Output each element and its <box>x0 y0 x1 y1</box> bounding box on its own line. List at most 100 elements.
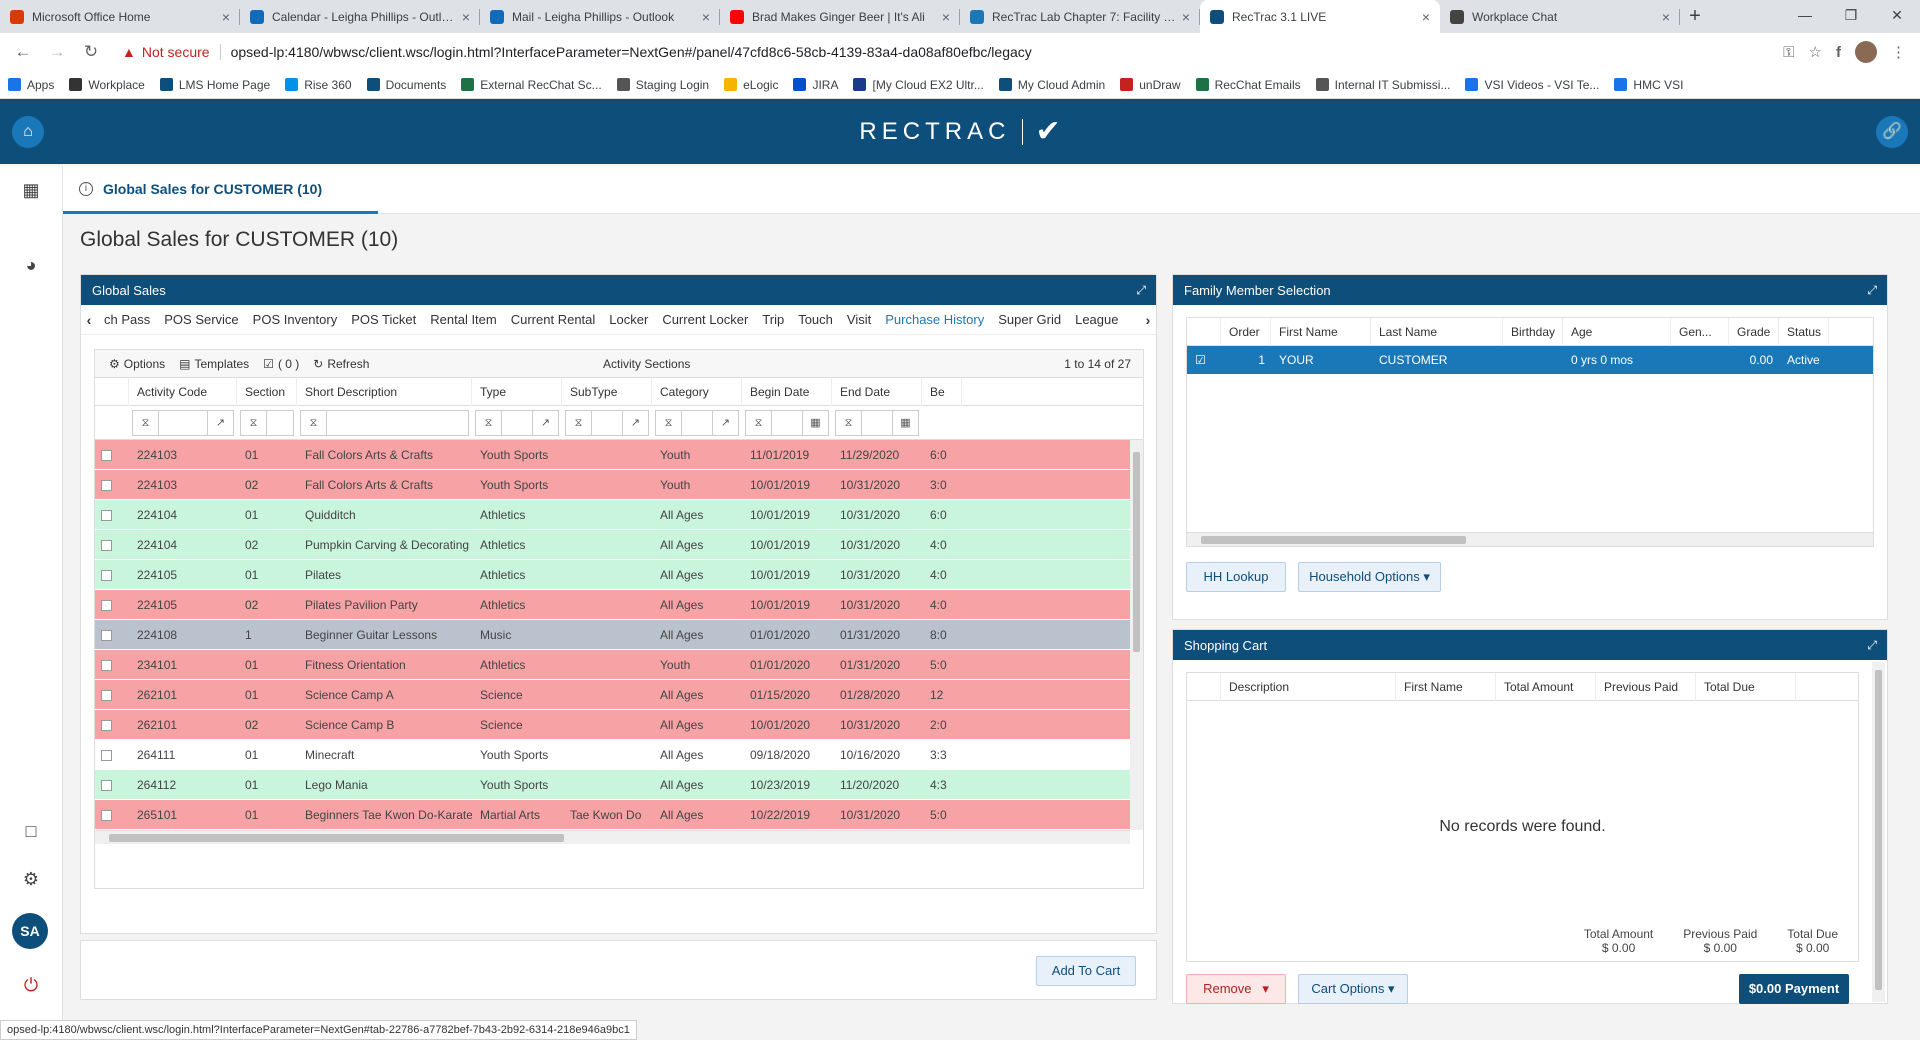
subtab-item[interactable]: Locker <box>602 312 655 327</box>
restore-icon[interactable]: ❐ <box>1828 0 1874 30</box>
tab-close-icon[interactable]: × <box>1662 9 1670 25</box>
scroll-left-icon[interactable]: ‹ <box>81 312 97 328</box>
browser-tab[interactable]: Brad Makes Ginger Beer | It's Ali × <box>720 0 960 33</box>
link-icon[interactable]: 🔗 <box>1876 116 1908 148</box>
tab-close-icon[interactable]: × <box>222 9 230 25</box>
subtab-item[interactable]: POS Service <box>157 312 245 327</box>
subtab-item[interactable]: Visit <box>840 312 878 327</box>
settings-icon[interactable]: ⚙ <box>17 865 45 893</box>
subtab-item[interactable]: Current Rental <box>504 312 603 327</box>
scroll-right-icon[interactable]: › <box>1140 312 1156 328</box>
browser-tab[interactable]: Calendar - Leigha Phillips - Outlook × <box>240 0 480 33</box>
facebook-extension-icon[interactable]: f <box>1836 44 1841 61</box>
checkbox-icon[interactable] <box>101 749 112 761</box>
horizontal-scrollbar[interactable] <box>1187 532 1873 546</box>
hh-lookup-button[interactable]: HH Lookup <box>1186 562 1286 592</box>
column-filter[interactable]: ⧖ ↗ <box>655 409 739 436</box>
browser-tab[interactable]: Microsoft Office Home × <box>0 0 240 33</box>
table-row[interactable]: 264112 01 Lego Mania Youth Sports All Ages 10… <box>95 770 1130 800</box>
row-checkbox[interactable]: ☑ <box>1187 353 1221 367</box>
bookmark-item[interactable]: unDraw <box>1120 78 1181 92</box>
household-options-button[interactable]: Household Options ▾ <box>1298 562 1441 592</box>
row-checkbox[interactable] <box>95 448 129 462</box>
family-member-row[interactable]: ☑ 1 YOUR CUSTOMER 0 yrs 0 mos 0.00 Activ… <box>1187 346 1873 374</box>
bookmark-item[interactable]: Apps <box>8 78 54 92</box>
checkbox-icon[interactable] <box>101 539 112 551</box>
table-row[interactable]: 262101 02 Science Camp B Science All Ages 10/… <box>95 710 1130 740</box>
bookmark-item[interactable]: Workplace <box>69 78 145 92</box>
subtab-item[interactable]: League <box>1068 312 1125 327</box>
column-header[interactable]: Last Name <box>1371 317 1503 346</box>
row-checkbox[interactable] <box>95 808 129 822</box>
subtab-item[interactable]: ch Pass <box>97 312 157 327</box>
bookmark-item[interactable]: Documents <box>366 78 446 92</box>
row-checkbox[interactable] <box>95 628 129 642</box>
column-filter[interactable]: ⧖ ↗ <box>565 409 649 436</box>
table-row[interactable]: 265101 01 Beginners Tae Kwon Do-Karate Mart… <box>95 800 1130 830</box>
bookmark-item[interactable]: VSI Videos - VSI Te... <box>1465 78 1599 92</box>
expand-filter-icon[interactable]: ↗ <box>532 410 558 435</box>
column-header[interactable]: Birthday <box>1503 317 1563 346</box>
column-header[interactable]: Gen... <box>1671 317 1729 346</box>
column-filter[interactable]: ⧖ ↗ <box>132 409 234 436</box>
new-tab-button[interactable]: + <box>1680 0 1710 33</box>
expand-icon[interactable]: ⤢ <box>1136 283 1146 298</box>
table-row[interactable]: 234101 01 Fitness Orientation Athletics Yout… <box>95 650 1130 680</box>
bookmark-item[interactable]: HMC VSI <box>1614 78 1683 92</box>
calendar-icon[interactable]: ▦ <box>892 410 918 435</box>
checkbox-icon[interactable] <box>101 689 112 701</box>
tab-global-sales[interactable]: i Global Sales for CUSTOMER (10) <box>63 166 378 214</box>
tab-close-icon[interactable]: × <box>462 9 470 25</box>
column-header[interactable]: Type <box>472 377 562 406</box>
tab-close-icon[interactable]: × <box>1422 9 1430 25</box>
subtab-item[interactable]: Current Locker <box>655 312 755 327</box>
subtab-item[interactable]: Trip <box>755 312 791 327</box>
cart-options-button[interactable]: Cart Options ▾ <box>1298 974 1408 1004</box>
subtab-item[interactable]: POS Inventory <box>246 312 345 327</box>
expand-icon[interactable]: ⤢ <box>1867 283 1877 298</box>
column-header[interactable]: Total Due <box>1696 672 1796 701</box>
bookmark-item[interactable]: Rise 360 <box>285 78 352 92</box>
browser-tab[interactable]: Workplace Chat × <box>1440 0 1680 33</box>
expand-icon[interactable]: ⤢ <box>1867 638 1877 653</box>
row-checkbox[interactable] <box>95 778 129 792</box>
table-row[interactable]: 224103 01 Fall Colors Arts & Crafts Youth S… <box>95 440 1130 470</box>
table-row[interactable]: 224105 01 Pilates Athletics All Ages 10/01/20… <box>95 560 1130 590</box>
payment-button[interactable]: $0.00 Payment <box>1739 974 1849 1004</box>
column-header[interactable]: Previous Paid <box>1596 672 1696 701</box>
column-header[interactable]: First Name <box>1396 672 1496 701</box>
row-checkbox[interactable] <box>95 748 129 762</box>
power-icon[interactable]: ⏻ <box>17 971 45 999</box>
calendar-icon[interactable]: ▦ <box>802 410 828 435</box>
column-header[interactable]: First Name <box>1271 317 1371 346</box>
checkbox-icon[interactable] <box>101 779 112 791</box>
row-checkbox[interactable] <box>95 658 129 672</box>
column-header[interactable]: Short Description <box>297 377 472 406</box>
column-header[interactable]: Grade <box>1729 317 1779 346</box>
vertical-scrollbar[interactable] <box>1872 662 1885 1002</box>
subtab-item[interactable]: Super Grid <box>991 312 1068 327</box>
key-icon[interactable]: ⚿ <box>1783 44 1794 61</box>
tab-close-icon[interactable]: × <box>702 9 710 25</box>
row-checkbox[interactable] <box>95 568 129 582</box>
options-button[interactable]: ⚙ Options <box>109 357 165 371</box>
expand-filter-icon[interactable]: ↗ <box>622 410 648 435</box>
bookmark-item[interactable]: LMS Home Page <box>159 78 270 92</box>
table-row[interactable]: 224108 1 Beginner Guitar Lessons Music All A… <box>95 620 1130 650</box>
row-checkbox[interactable] <box>95 508 129 522</box>
refresh-button[interactable]: ↻ Refresh <box>313 357 369 371</box>
star-icon[interactable]: ☆ <box>1809 43 1822 61</box>
subtab-item[interactable]: POS Ticket <box>344 312 423 327</box>
subtab-item[interactable]: Rental Item <box>423 312 503 327</box>
filter-icon[interactable]: ⧖ <box>476 410 502 435</box>
back-icon[interactable]: ← <box>8 37 38 67</box>
profile-avatar[interactable] <box>1855 41 1877 63</box>
column-header[interactable]: Status <box>1779 317 1829 346</box>
expand-filter-icon[interactable]: ↗ <box>712 410 738 435</box>
column-filter[interactable]: ⧖ ↗ <box>475 409 559 436</box>
checkbox-icon[interactable] <box>101 659 112 671</box>
checkbox-icon[interactable] <box>101 599 112 611</box>
column-header[interactable]: Age <box>1563 317 1671 346</box>
speedometer-icon[interactable]: ◕ <box>17 251 45 279</box>
filter-icon[interactable]: ⧖ <box>836 410 862 435</box>
